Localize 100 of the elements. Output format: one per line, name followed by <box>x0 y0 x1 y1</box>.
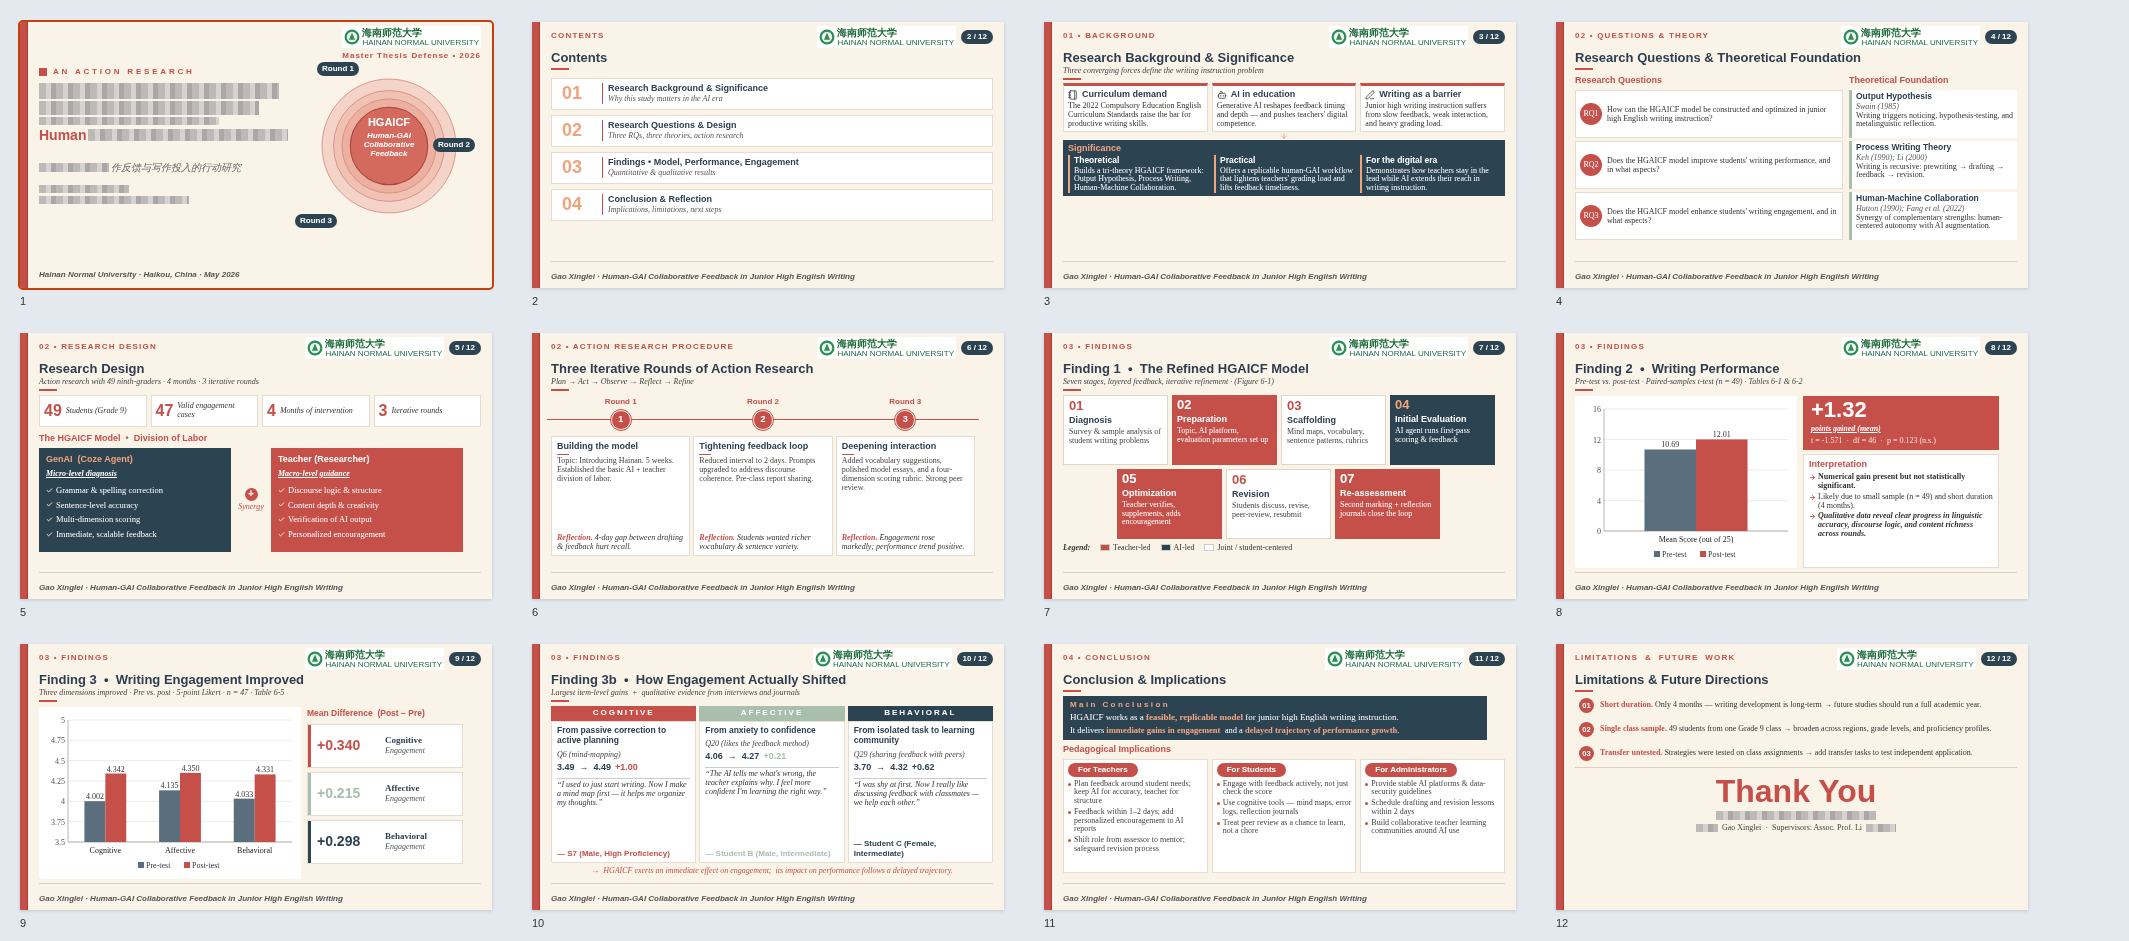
bar <box>180 772 201 842</box>
axis-tick-label: 4.25 <box>51 776 65 786</box>
slide-number: 6 <box>532 607 539 620</box>
axis-tick-label: 3.75 <box>51 817 65 827</box>
value-label: 4.350 <box>181 763 200 773</box>
stage-text: Mind maps, vocabulary, sentence patterns, rubrics <box>1287 428 1370 446</box>
page-indicator: 7 / 12 <box>1473 341 1505 355</box>
item-title: Research Questions & Design <box>608 120 738 132</box>
chinese-subtitle-fragment: 作反馈与写作投入的行动研究 <box>111 161 241 175</box>
shift-title: From anxiety to confidence <box>705 724 817 736</box>
quote-source: — Student B (Male, Intermediate) <box>705 848 832 859</box>
gain-value: +1.32 <box>1811 398 1868 421</box>
slide-thumbnail[interactable] <box>532 644 1004 910</box>
slide-thumbnail[interactable] <box>20 644 492 910</box>
implication-text: Use cognitive tools — mind maps, error logs, reflection journals <box>1222 799 1352 817</box>
item-title: Findings • Model, Performance, Engagement <box>608 157 799 169</box>
list-item: Discourse logic & structure <box>288 483 382 497</box>
value-label: 4.033 <box>235 789 254 799</box>
footer-text: Gao Xinglei · Human-GAI Collaborative Feedback in Junior High English Writing <box>39 894 343 903</box>
slide-thumbnail[interactable] <box>1044 644 1516 910</box>
test-statistics: t = -1.571 · df = 46 · p = 0.123 (n.s.) <box>1811 434 1937 447</box>
gain-label: points gained (mean) <box>1811 422 1882 435</box>
survey-item: Q20 (likes the feedback method) <box>705 738 810 751</box>
category-label: Affective <box>164 845 196 855</box>
theory-title: Process Writing Theory <box>1856 142 1953 153</box>
list-item: Multi-dimension scoring <box>56 513 141 526</box>
section-heading: Pedagogical Implications <box>1063 743 1173 756</box>
university-name-english: HAINAN NORMAL UNIVERSITY <box>1349 38 1466 47</box>
slide-thumbnail[interactable] <box>20 333 492 599</box>
dimension-label: Cognitive <box>385 734 423 747</box>
legend-label: Pre-test <box>1662 549 1688 559</box>
bullet-icon <box>1365 821 1369 825</box>
slide-thumbnail[interactable] <box>20 22 492 288</box>
slide-subtitle: Largest item-level gains + qualitative evidence from interviews and journals <box>551 688 801 699</box>
page-indicator: 6 / 12 <box>961 341 993 355</box>
footer-text: Gao Xinglei · Human-GAI Collaborative Feedback in Junior High English Writing <box>1063 894 1367 903</box>
stage-text: Topic, AI platform, evaluation parameters set up <box>1177 427 1270 445</box>
student-quote: “The AI tells me what's wrong, the teacher explains why. I feel more confident I'm learning the right way.” <box>705 770 828 797</box>
implication-text: Schedule drafting and revision lessons within 2 days <box>1371 799 1496 817</box>
column-heading: Research Questions <box>1575 73 1664 87</box>
column-title: For the digital era <box>1366 154 1439 166</box>
question-badge: RQ2 <box>1580 154 1602 177</box>
robot-icon <box>1216 89 1227 100</box>
value-label: 4.002 <box>85 791 104 801</box>
value-label: 12.01 <box>1712 430 1731 440</box>
stat-value: 47 <box>155 400 174 421</box>
stage-number: 06 <box>1232 472 1248 486</box>
question-text: How can the HGAICF model be constructed and optimized in junior high English writing instruction? <box>1607 105 1828 124</box>
slide-thumbnail[interactable] <box>1556 644 2028 910</box>
list-item: Verification of AI output <box>288 513 372 526</box>
slide-number: 11 <box>1044 918 1056 931</box>
slide-title: Finding 2 • Writing Performance <box>1575 361 1781 378</box>
list-item: Immediate, scalable feedback <box>56 528 157 541</box>
slide-title: Three Iterative Rounds of Action Research <box>551 361 815 378</box>
slide-title: Finding 3b • How Engagement Actually Shifted <box>551 672 848 689</box>
slide-number: 4 <box>1556 296 1563 309</box>
conclusion-text: It delivers immediate gains in engagement and a delayed trajectory of performance growth. <box>1070 724 1401 737</box>
card-text: Topic: Introducing Hainan. 5 weeks. Established the basic AI + teacher division of labor. <box>557 457 675 484</box>
university-name-english: HAINAN NORMAL UNIVERSITY <box>1856 660 1974 669</box>
emblem-icon <box>1843 29 1860 45</box>
university-name-english: HAINAN NORMAL UNIVERSITY <box>1349 349 1466 358</box>
stage-text: Teacher verifies, supplements, adds encouragement <box>1122 501 1182 527</box>
legend-text: Joint / student-centered <box>1217 541 1293 554</box>
slide-title: Research Design <box>39 361 146 378</box>
round-badge: Round 2 <box>433 138 475 152</box>
slide-thumbnail[interactable] <box>1556 22 2028 288</box>
reflection-text: Reflection. Engagement rose markedly; performance trend positive. <box>841 534 966 552</box>
slide-thumbnail[interactable] <box>1556 333 2028 599</box>
conclusion-text: HGAICF works as a feasible, replicable model for junior high English writing instruction. <box>1070 710 1400 724</box>
category-label: Mean Score (out of 25) <box>1658 534 1734 544</box>
column-header: COGNITIVE <box>551 705 697 721</box>
slide-number: 1 <box>20 296 27 309</box>
university-name-english: HAINAN NORMAL UNIVERSITY <box>362 38 479 47</box>
footer-text: Gao Xinglei · Human-GAI Collaborative Feedback in Junior High English Writing <box>39 583 343 592</box>
slide-thumbnail[interactable] <box>532 22 1004 288</box>
slide-number: 2 <box>532 296 539 309</box>
student-quote: “I used to just start writing. Now I make a mind map first — it helps me organize my thoughts.” <box>557 781 688 808</box>
stat-value: 3 <box>378 400 388 421</box>
legend-item: Post-test <box>184 860 220 870</box>
theory-text: Writing is recursive: prewriting → drafting → feedback → revision. <box>1856 162 2006 180</box>
theory-citation: Swain (1985) <box>1856 101 1900 112</box>
stat-value: 4 <box>267 400 276 421</box>
slide-thumbnail[interactable] <box>532 333 1004 599</box>
slide-thumbnail[interactable] <box>1044 333 1516 599</box>
survey-item: Q6 (mind-mapping) <box>557 749 622 761</box>
university-name: 海南师范大学 <box>1856 649 1917 660</box>
credits-text: Gao Xinglei · Supervisors: Assoc. Prof. Li <box>1722 822 1862 835</box>
theory-text: Synergy of complementary strengths: human-centered autonomy with AI augmentation. <box>1856 213 2004 231</box>
event-label: Master Thesis Defense • 2026 <box>342 50 481 62</box>
list-item: Grammar & spelling correction <box>56 483 163 497</box>
axis-tick-label: 16 <box>1593 404 1601 414</box>
slide-thumbnail[interactable] <box>1044 22 1516 288</box>
stage-text: Second marking + reflection journals close the loop <box>1340 501 1433 519</box>
bullet-icon <box>1068 839 1071 843</box>
score-change: 3.70 → 4.32 <box>853 761 908 774</box>
audience-tag: For Administrators <box>1365 762 1458 777</box>
limitation-text: Transfer untested. Strategies were tested on class assignments → add transfer tasks to test independent application. <box>1600 748 1973 758</box>
interpretation-text: Numerical gain present but not statistically significant. <box>1818 473 1967 491</box>
limitation-text: Single class sample. 49 students from one Grade 9 class → broaden across regions, grade levels, and proficiency profiles. <box>1600 724 1992 734</box>
accent-rule <box>39 700 57 702</box>
